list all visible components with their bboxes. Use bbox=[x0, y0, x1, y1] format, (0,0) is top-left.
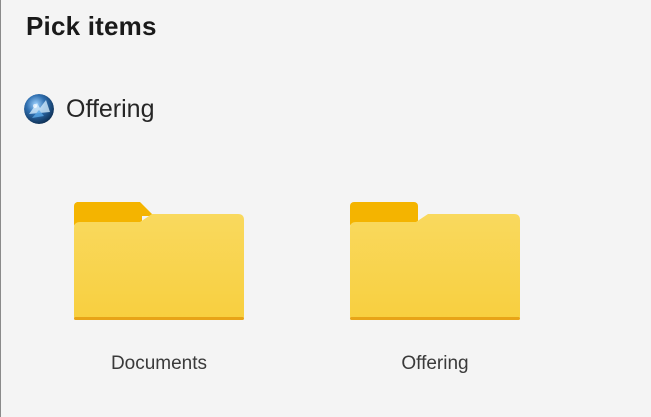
dialog-title: Pick items bbox=[26, 11, 157, 41]
account-avatar-icon bbox=[24, 94, 54, 124]
folder-tile-documents[interactable]: Documents bbox=[61, 190, 257, 386]
folder-icon bbox=[350, 202, 520, 320]
folder-icon bbox=[74, 202, 244, 320]
folder-tile-offering[interactable]: Offering bbox=[337, 190, 533, 386]
picker-window: Pick items Offering Documents Offering bbox=[0, 0, 651, 417]
breadcrumb[interactable]: Offering bbox=[24, 92, 154, 126]
folder-name: Offering bbox=[401, 353, 469, 374]
breadcrumb-label: Offering bbox=[66, 95, 155, 123]
folder-name: Documents bbox=[110, 353, 208, 374]
